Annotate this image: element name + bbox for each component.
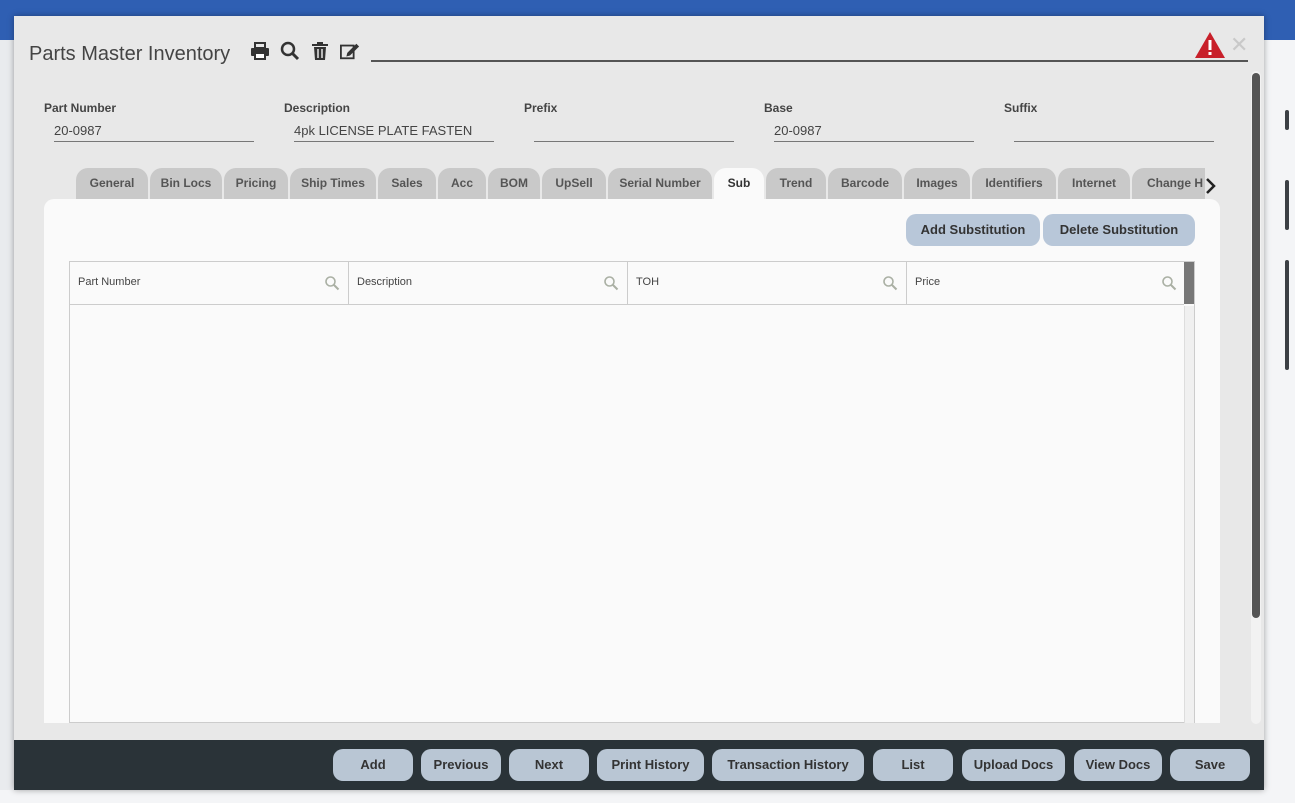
tab-general[interactable]: General bbox=[76, 168, 148, 199]
view-docs-button[interactable]: View Docs bbox=[1074, 749, 1162, 781]
dialog-title: Parts Master Inventory bbox=[29, 43, 231, 65]
field-label: Description bbox=[284, 101, 351, 115]
dialog-header: Parts Master Inventory ✕ bbox=[14, 16, 1264, 86]
tab-upsell[interactable]: UpSell bbox=[542, 168, 606, 199]
tab-internet[interactable]: Internet bbox=[1058, 168, 1130, 199]
field-description: Description 4pk LICENSE PLATE FASTEN bbox=[284, 101, 494, 142]
tab-pricing[interactable]: Pricing bbox=[224, 168, 288, 199]
base-input[interactable]: 20-0987 bbox=[774, 122, 974, 142]
parts-master-dialog: Parts Master Inventory ✕ Part Number 20-… bbox=[14, 16, 1264, 790]
column-description[interactable]: Description bbox=[349, 262, 628, 304]
add-button[interactable]: Add bbox=[333, 749, 413, 781]
field-suffix: Suffix bbox=[1004, 101, 1214, 142]
field-base: Base 20-0987 bbox=[764, 101, 974, 142]
tab-trend[interactable]: Trend bbox=[766, 168, 826, 199]
trash-icon[interactable] bbox=[310, 40, 330, 62]
tab-serial-number[interactable]: Serial Number bbox=[608, 168, 712, 199]
chevron-right-icon[interactable] bbox=[1203, 176, 1219, 196]
delete-substitution-button[interactable]: Delete Substitution bbox=[1043, 214, 1195, 246]
print-icon[interactable] bbox=[250, 40, 270, 62]
tab-acc[interactable]: Acc bbox=[438, 168, 486, 199]
field-label: Part Number bbox=[44, 101, 117, 115]
field-part-number: Part Number 20-0987 bbox=[44, 101, 254, 142]
close-icon[interactable]: ✕ bbox=[1230, 32, 1248, 58]
suffix-input[interactable] bbox=[1014, 122, 1214, 142]
tab-change-history[interactable]: Change H bbox=[1132, 168, 1205, 199]
tab-barcode[interactable]: Barcode bbox=[828, 168, 902, 199]
prefix-input[interactable] bbox=[534, 122, 734, 142]
save-button[interactable]: Save bbox=[1170, 749, 1250, 781]
search-icon[interactable] bbox=[280, 40, 300, 62]
toolbar bbox=[250, 40, 360, 62]
tab-ship-times[interactable]: Ship Times bbox=[290, 168, 376, 199]
field-label: Prefix bbox=[524, 101, 558, 115]
field-label: Base bbox=[764, 101, 793, 115]
background-app-sidebar bbox=[1264, 40, 1295, 803]
description-input[interactable]: 4pk LICENSE PLATE FASTEN bbox=[294, 122, 494, 142]
search-icon[interactable] bbox=[603, 275, 619, 291]
tab-identifiers[interactable]: Identifiers bbox=[972, 168, 1056, 199]
dialog-scrollbar[interactable] bbox=[1251, 71, 1261, 724]
search-icon[interactable] bbox=[882, 275, 898, 291]
add-substitution-button[interactable]: Add Substitution bbox=[906, 214, 1040, 246]
column-label: Description bbox=[357, 276, 413, 288]
grid-scrollbar[interactable] bbox=[1184, 306, 1194, 723]
print-history-button[interactable]: Print History bbox=[597, 749, 704, 781]
column-price[interactable]: Price bbox=[907, 262, 1185, 304]
dialog-footer: Add Previous Next Print History Transact… bbox=[14, 740, 1264, 790]
tab-images[interactable]: Images bbox=[904, 168, 970, 199]
grid-scrollbar-header bbox=[1184, 262, 1194, 304]
field-prefix: Prefix bbox=[524, 101, 734, 142]
scrollbar-thumb[interactable] bbox=[1252, 73, 1260, 618]
substitution-grid: Part Number Description TOH Price bbox=[69, 261, 1195, 723]
search-icon[interactable] bbox=[324, 275, 340, 291]
tab-sub[interactable]: Sub bbox=[714, 168, 764, 199]
upload-docs-button[interactable]: Upload Docs bbox=[962, 749, 1065, 781]
column-label: Part Number bbox=[78, 276, 141, 288]
next-button[interactable]: Next bbox=[509, 749, 589, 781]
background-app-bottom bbox=[0, 790, 1295, 803]
transaction-history-button[interactable]: Transaction History bbox=[712, 749, 864, 781]
list-button[interactable]: List bbox=[873, 749, 953, 781]
tab-bin-locs[interactable]: Bin Locs bbox=[150, 168, 222, 199]
column-part-number[interactable]: Part Number bbox=[70, 262, 349, 304]
column-label: TOH bbox=[636, 276, 660, 288]
tab-strip: General Bin Locs Pricing Ship Times Sale… bbox=[74, 168, 1205, 199]
warning-icon[interactable] bbox=[1194, 31, 1226, 59]
search-icon[interactable] bbox=[1161, 275, 1177, 291]
tab-sales[interactable]: Sales bbox=[378, 168, 436, 199]
tab-bom[interactable]: BOM bbox=[488, 168, 540, 199]
edit-icon[interactable] bbox=[340, 40, 360, 62]
part-number-input[interactable]: 20-0987 bbox=[54, 122, 254, 142]
field-label: Suffix bbox=[1004, 101, 1038, 115]
grid-header: Part Number Description TOH Price bbox=[70, 262, 1184, 305]
previous-button[interactable]: Previous bbox=[421, 749, 501, 781]
column-toh[interactable]: TOH bbox=[628, 262, 907, 304]
column-label: Price bbox=[915, 276, 941, 288]
title-divider bbox=[371, 60, 1248, 62]
